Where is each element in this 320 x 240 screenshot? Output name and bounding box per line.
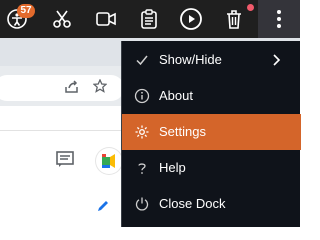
menu-item-close-dock[interactable]: Close Dock	[122, 186, 301, 222]
info-icon	[134, 88, 150, 104]
menu-item-help[interactable]: Help	[122, 150, 301, 186]
more-menu-button[interactable]	[258, 0, 300, 38]
question-icon	[134, 160, 150, 176]
edit-pencil-icon[interactable]	[96, 199, 110, 218]
power-icon	[134, 196, 150, 212]
video-camera-icon[interactable]	[91, 4, 121, 34]
gear-icon	[134, 124, 150, 140]
bookmark-star-icon[interactable]	[92, 78, 108, 98]
dock-menu: Show/Hide About Settings Help Close Dock	[121, 41, 301, 227]
notification-count-badge: 57	[17, 4, 35, 18]
notification-dot	[247, 4, 254, 11]
menu-item-show-hide[interactable]: Show/Hide	[122, 42, 301, 78]
chevron-right-icon	[272, 52, 282, 71]
menu-item-about[interactable]: About	[122, 78, 301, 114]
share-icon[interactable]	[64, 80, 80, 99]
play-icon[interactable]	[176, 4, 206, 34]
clipboard-icon[interactable]	[134, 4, 164, 34]
dock-toolbar: 57	[0, 0, 300, 38]
menu-item-label: About	[159, 88, 193, 103]
menu-item-label: Close Dock	[159, 196, 226, 211]
menu-item-label: Settings	[159, 124, 206, 139]
trash-icon[interactable]	[219, 4, 249, 34]
chat-icon[interactable]	[56, 150, 74, 173]
more-vertical-icon	[264, 4, 294, 34]
menu-item-settings[interactable]: Settings	[122, 114, 301, 150]
menu-item-label: Help	[159, 160, 186, 175]
scissors-icon[interactable]	[47, 4, 77, 34]
check-icon	[134, 52, 150, 68]
meet-logo-icon[interactable]	[96, 148, 122, 174]
menu-item-label: Show/Hide	[159, 52, 222, 67]
